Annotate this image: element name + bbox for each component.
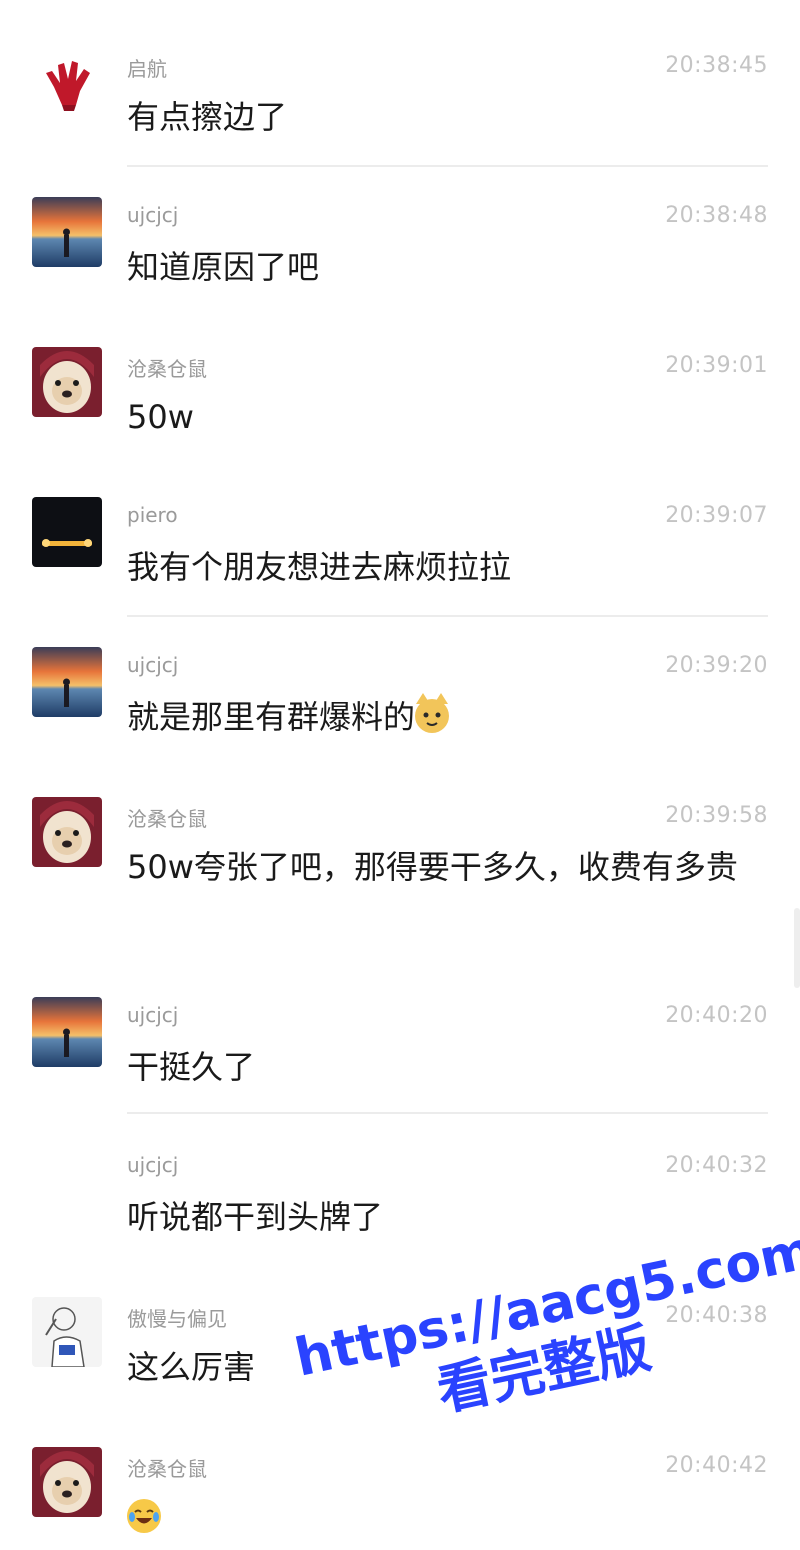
message-time: 20:38:48 <box>665 203 768 228</box>
sender-name: piero <box>127 503 178 527</box>
message-text <box>127 1492 767 1542</box>
message-time: 20:40:42 <box>665 1453 768 1478</box>
message-text: 干挺久了 <box>127 1048 256 1086</box>
message-item[interactable]: ujcjcj 20:38:48 知道原因了吧 <box>0 150 800 300</box>
avatar[interactable] <box>32 347 102 417</box>
message-text-content: 就是那里有群爆料的 <box>127 698 416 736</box>
message-time: 20:39:07 <box>665 503 768 528</box>
message-item[interactable]: ujcjcj 20:40:20 干挺久了 <box>0 950 800 1100</box>
message-item[interactable]: 沧桑仓鼠 20:39:58 50w夸张了吧，那得要干多久，收费有多贵 <box>0 750 800 900</box>
message-item[interactable]: 沧桑仓鼠 20:39:01 50w <box>0 300 800 450</box>
avatar[interactable] <box>32 1447 102 1517</box>
message-item[interactable]: 启航 20:38:45 有点擦边了 <box>0 0 800 150</box>
crying-laughing-emoji <box>127 1499 161 1533</box>
avatar[interactable] <box>32 1297 102 1367</box>
sender-name: 沧桑仓鼠 <box>127 357 207 381</box>
sender-name: 沧桑仓鼠 <box>127 1457 207 1481</box>
message-text: 就是那里有群爆料的 <box>127 692 767 742</box>
sender-name: ujcjcj <box>127 203 179 227</box>
message-text: 有点擦边了 <box>127 98 288 136</box>
avatar[interactable] <box>32 47 102 117</box>
avatar[interactable] <box>32 997 102 1067</box>
message-item[interactable]: piero 20:39:07 我有个朋友想进去麻烦拉拉 <box>0 450 800 600</box>
message-text: 知道原因了吧 <box>127 248 320 286</box>
avatar[interactable] <box>32 497 102 567</box>
message-time: 20:40:32 <box>665 1153 768 1178</box>
message-time: 20:39:01 <box>665 353 768 378</box>
message-item[interactable]: ujcjcj 20:40:32 听说都干到头牌了 <box>0 1100 800 1250</box>
sender-name: 沧桑仓鼠 <box>127 807 207 831</box>
avatar[interactable] <box>32 197 102 267</box>
message-text: 我有个朋友想进去麻烦拉拉 <box>127 548 512 586</box>
scrollbar[interactable] <box>794 908 800 988</box>
sender-name: 傲慢与偏见 <box>127 1307 227 1331</box>
avatar[interactable] <box>32 797 102 867</box>
sender-name: ujcjcj <box>127 653 179 677</box>
avatar[interactable] <box>32 647 102 717</box>
cat-face-emoji <box>415 693 450 733</box>
message-time: 20:38:45 <box>665 53 768 78</box>
sender-name: ujcjcj <box>127 1003 179 1027</box>
message-text: 50w <box>127 398 194 436</box>
sender-name: 启航 <box>127 57 167 81</box>
message-time: 20:40:20 <box>665 1003 768 1028</box>
message-time: 20:39:20 <box>665 653 768 678</box>
message-text: 听说都干到头牌了 <box>127 1198 384 1236</box>
sender-name: ujcjcj <box>127 1153 179 1177</box>
message-item[interactable]: ujcjcj 20:39:20 就是那里有群爆料的 <box>0 600 800 750</box>
message-time: 20:39:58 <box>665 803 768 828</box>
message-text: 50w夸张了吧，那得要干多久，收费有多贵 <box>127 848 738 886</box>
